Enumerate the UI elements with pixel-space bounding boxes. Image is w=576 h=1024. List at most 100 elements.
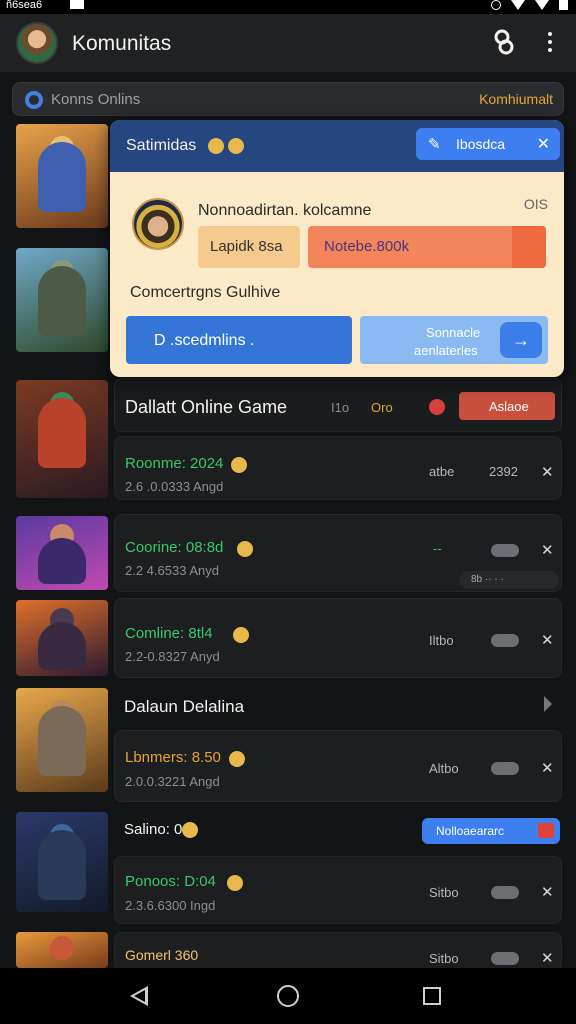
row-subtext: 2.2-0.8327 Anyd	[125, 649, 220, 664]
popup-header: Satimidas ✎ Ibosdca ✕	[110, 120, 564, 172]
popup-action-button[interactable]: D .scedmlins .	[126, 316, 352, 364]
list-item[interactable]: Coorine: 08:8d 2.2 4.6533 Anyd -- ✕ 8b ·…	[10, 514, 566, 592]
row-subtitle: Ponoos: D:04	[125, 873, 216, 890]
popup-chip[interactable]: Notebe.800k	[308, 226, 546, 268]
wifi-icon	[511, 0, 525, 10]
row-right-label: Altbo	[429, 761, 459, 776]
system-nav-bar	[0, 968, 576, 1024]
tooltip: 8b ·· · ·	[459, 571, 559, 589]
row-right-label: Sitbo	[429, 951, 459, 966]
search-link[interactable]: Komhiumalt	[479, 91, 553, 107]
popup-action-label: D .scedmlins .	[154, 332, 255, 349]
row-badge-button[interactable]: Nolloaeararc	[422, 818, 560, 844]
search-input[interactable]: Konns Onlins	[51, 91, 140, 108]
mail-icon	[538, 823, 554, 838]
row-subtext: 2.6 .0.0333 Angd	[125, 479, 224, 494]
home-icon[interactable]	[277, 985, 299, 1007]
game-thumbnail	[16, 248, 108, 352]
game-thumbnail	[16, 812, 108, 912]
list-item[interactable]: Dalaun Delalina Lbnmers: 8.50 2.0.0.3221…	[10, 686, 566, 802]
row-header: Dalaun Delalina	[114, 686, 562, 726]
row-body: Comline: 8tl4 2.2-0.8327 Anyd Iltbo ✕	[114, 598, 562, 678]
app-bar: Komunitas	[0, 14, 576, 72]
close-icon[interactable]: ✕	[541, 883, 554, 901]
emoji-icon	[237, 541, 253, 557]
edit-icon: ✎	[428, 136, 441, 153]
popup-secondary-button[interactable]: Sonnacle aenlaterles →	[360, 316, 548, 364]
search-icon	[25, 91, 43, 109]
more-vert-icon[interactable]	[540, 32, 560, 54]
close-icon[interactable]: ✕	[537, 134, 550, 154]
row-title: Salino: 00	[124, 821, 191, 838]
popup-chip-label: Notebe.800k	[324, 238, 410, 255]
tooltip-text: 8b ·· · ·	[471, 574, 504, 585]
emoji-icon	[233, 627, 249, 643]
toggle-switch[interactable]	[491, 634, 519, 647]
game-thumbnail	[16, 380, 108, 498]
emoji-icon	[231, 457, 247, 473]
row-right-label: Sitbo	[429, 885, 459, 900]
row-body: Coorine: 08:8d 2.2 4.6533 Anyd -- ✕ 8b ·…	[114, 514, 562, 592]
toggle-switch[interactable]	[491, 544, 519, 557]
popup-chip-label: Lapidk 8sa	[210, 238, 283, 255]
popup-name: Nonnoadirtan. kolcamne	[198, 202, 372, 219]
close-icon[interactable]: ✕	[541, 541, 554, 559]
arrow-right-icon[interactable]: →	[500, 322, 542, 358]
game-thumbnail	[16, 688, 108, 792]
row-title: Dallatt Online Game	[125, 397, 288, 417]
recent-apps-icon[interactable]	[423, 987, 441, 1005]
row-meta: Oro	[371, 400, 393, 415]
link-icon[interactable]	[492, 28, 518, 56]
row-badge-button[interactable]: Aslaoe	[459, 392, 555, 420]
popup-section-title: Comcertrgns Gulhive	[130, 284, 281, 301]
row-subtext: 2.3.6.6300 Ingd	[125, 898, 216, 913]
popup-chip[interactable]: Lapidk 8sa	[198, 226, 300, 268]
row-badge-label: Aslaoe	[489, 399, 529, 414]
close-icon[interactable]: ✕	[541, 759, 554, 777]
popup-title: Satimidas	[126, 137, 197, 154]
popup-secondary-label: Sonnacle	[426, 325, 481, 340]
game-thumbnail	[16, 516, 108, 590]
avatar-icon[interactable]	[16, 22, 58, 64]
toggle-switch[interactable]	[491, 762, 519, 775]
emoji-icon	[228, 138, 244, 154]
row-body: Roonme: 2024 2.6 .0.0333 Angd atbe 2392 …	[114, 436, 562, 500]
row-right-label: atbe	[429, 464, 455, 479]
emoji-icon	[208, 138, 224, 154]
row-meta: I1o	[331, 400, 350, 415]
page-title: Komunitas	[72, 32, 172, 55]
popup-primary-button[interactable]: ✎ Ibosdca ✕	[416, 128, 560, 160]
notification-icon	[70, 0, 84, 9]
chevron-right-icon[interactable]	[544, 696, 552, 712]
row-right-value: 2392	[489, 464, 518, 479]
status-icons	[491, 0, 568, 10]
list-item[interactable]: Salino: 00 Nolloaeararc Ponoos: D:04 2.3…	[10, 808, 566, 926]
row-subtext: 2.0.0.3221 Angd	[125, 774, 220, 789]
row-header: Dallatt Online Game I1o Oro Aslaoe	[114, 378, 562, 432]
row-title: Dalaun Delalina	[124, 697, 245, 716]
game-thumbnail	[16, 932, 108, 968]
popup-secondary-label: aenlaterles	[414, 343, 478, 358]
close-icon[interactable]: ✕	[541, 949, 554, 967]
battery-icon	[559, 0, 568, 10]
list-item[interactable]: Dallatt Online Game I1o Oro Aslaoe Roonm…	[10, 378, 566, 500]
emoji-icon	[229, 751, 245, 767]
list-item[interactable]: Comline: 8tl4 2.2-0.8327 Anyd Iltbo ✕	[10, 598, 566, 678]
search-bar[interactable]: Konns Onlins Komhiumalt	[12, 82, 564, 116]
row-subtitle: Lbnmers: 8.50	[125, 749, 221, 766]
row-right-label: Iltbo	[429, 633, 454, 648]
row-subtitle: Comline: 8tl4	[125, 625, 213, 642]
back-icon-inner	[134, 990, 145, 1002]
row-body: Gomerl 360 Sitbo ✕	[114, 932, 562, 968]
popup-primary-label: Ibosdca	[456, 136, 506, 152]
close-icon[interactable]: ✕	[541, 463, 554, 481]
status-time: ñ6sea6	[6, 0, 43, 11]
close-icon[interactable]: ✕	[541, 631, 554, 649]
toggle-switch[interactable]	[491, 886, 519, 899]
community-popup: Satimidas ✎ Ibosdca ✕ Nonnoadirtan. kolc…	[110, 120, 564, 377]
list-item[interactable]: Gomerl 360 Sitbo ✕	[10, 932, 566, 968]
row-body: Ponoos: D:04 2.3.6.6300 Ingd Sitbo ✕	[114, 856, 562, 924]
row-subtitle: Roonme: 2024	[125, 455, 224, 472]
row-title: Gomerl 360	[125, 947, 199, 963]
toggle-switch[interactable]	[491, 952, 519, 965]
